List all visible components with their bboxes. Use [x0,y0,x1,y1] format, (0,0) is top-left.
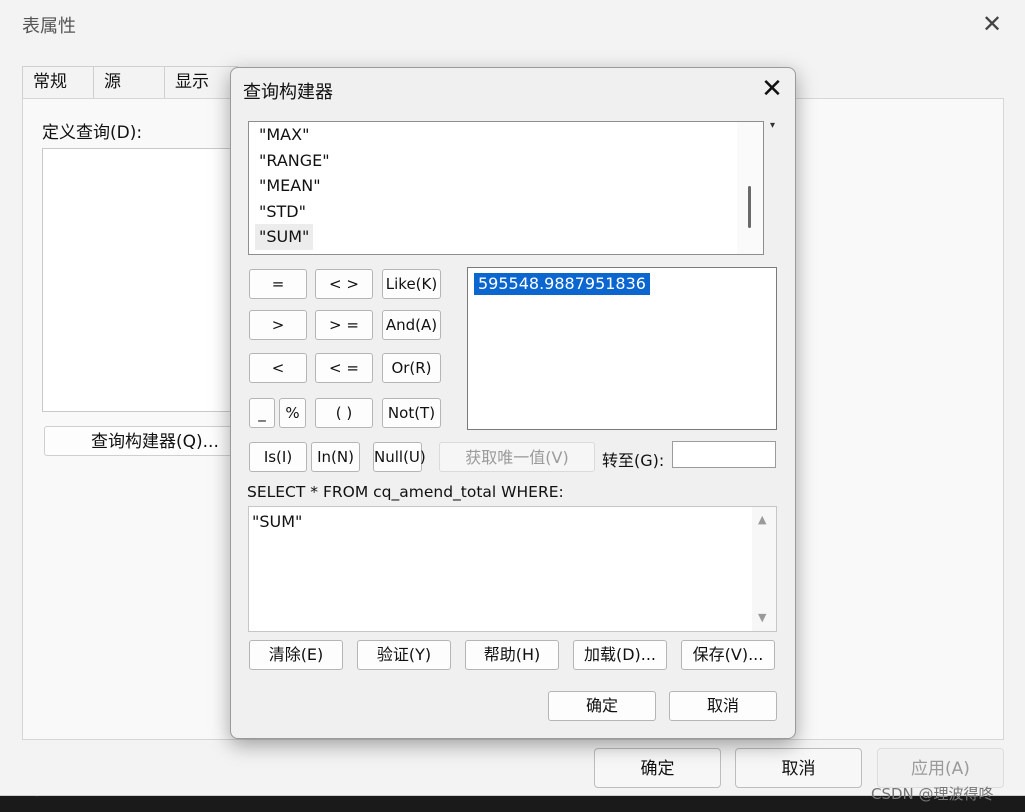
expression-input[interactable]: "SUM" ▲ ▼ [248,506,777,632]
and-button[interactable]: And(A) [382,310,441,340]
less-equal-button[interactable]: < = [315,353,373,383]
load-button[interactable]: 加载(D)... [573,640,667,670]
ok-button[interactable]: 确定 [594,748,721,788]
equals-button[interactable]: = [249,269,307,299]
scroll-down-icon[interactable]: ▼ [758,611,766,624]
cancel-button[interactable]: 取消 [735,748,862,788]
get-unique-values-button: 获取唯一值(V) [439,442,595,472]
goto-input[interactable] [672,441,776,468]
query-builder-button[interactable]: 查询构建器(Q)... [44,426,234,456]
dropdown-arrow-icon[interactable]: ▾ [770,120,775,131]
list-scrollbar[interactable] [737,122,763,254]
or-button[interactable]: Or(R) [382,353,441,383]
clear-button[interactable]: 清除(E) [249,640,343,670]
field-list[interactable]: "MAX" "RANGE" "MEAN" "STD" "SUM" [248,121,764,255]
tab-bar: 常规 源 显示 [22,66,238,98]
greater-equal-button[interactable]: > = [315,310,373,340]
verify-button[interactable]: 验证(Y) [357,640,451,670]
definition-query-label: 定义查询(D): [42,123,143,143]
less-button[interactable]: < [249,353,307,383]
tab-display[interactable]: 显示 [164,66,238,98]
in-button[interactable]: In(N) [311,442,360,472]
dialog-ok-button[interactable]: 确定 [548,691,656,721]
null-button[interactable]: Null(U) [373,442,426,472]
expression-scrollbar[interactable]: ▲ ▼ [752,507,776,631]
tab-source[interactable]: 源 [93,66,165,98]
list-item[interactable]: "STD" [255,199,310,225]
underscore-button[interactable]: _ [249,398,275,428]
window-title: 表属性 [22,16,76,37]
scroll-up-icon[interactable]: ▲ [758,513,766,526]
list-item[interactable]: "MAX" [255,122,313,148]
where-clause-label: SELECT * FROM cq_amend_total WHERE: [247,483,564,501]
scrollbar-thumb[interactable] [748,186,751,228]
like-button[interactable]: Like(K) [382,269,441,299]
unique-value-item[interactable]: 595548.9887951836 [474,273,650,295]
list-item[interactable]: "RANGE" [255,148,334,174]
dialog-cancel-button[interactable]: 取消 [669,691,777,721]
list-item[interactable]: "MEAN" [255,173,325,199]
unique-values-list[interactable]: 595548.9887951836 [467,267,777,430]
is-button[interactable]: Is(I) [249,442,307,472]
watermark: CSDN @理波得咚 [871,785,994,803]
close-icon[interactable]: ✕ [978,10,1006,38]
help-button[interactable]: 帮助(H) [465,640,559,670]
not-button[interactable]: Not(T) [382,398,441,428]
greater-button[interactable]: > [249,310,307,340]
dialog-title: 查询构建器 [243,82,333,103]
definition-query-input[interactable] [42,148,233,412]
goto-label: 转至(G): [602,451,665,470]
not-equals-button[interactable]: < > [315,269,373,299]
list-item-selected[interactable]: "SUM" [255,224,314,250]
save-button[interactable]: 保存(V)... [681,640,775,670]
tab-general[interactable]: 常规 [22,66,94,98]
percent-button[interactable]: % [279,398,306,428]
close-icon[interactable]: ✕ [759,74,785,104]
query-builder-dialog: 查询构建器 ✕ "MAX" "RANGE" "MEAN" "STD" "SUM"… [230,67,796,739]
expression-text: "SUM" [252,512,303,531]
apply-button: 应用(A) [877,748,1004,788]
parentheses-button[interactable]: ( ) [315,398,373,428]
